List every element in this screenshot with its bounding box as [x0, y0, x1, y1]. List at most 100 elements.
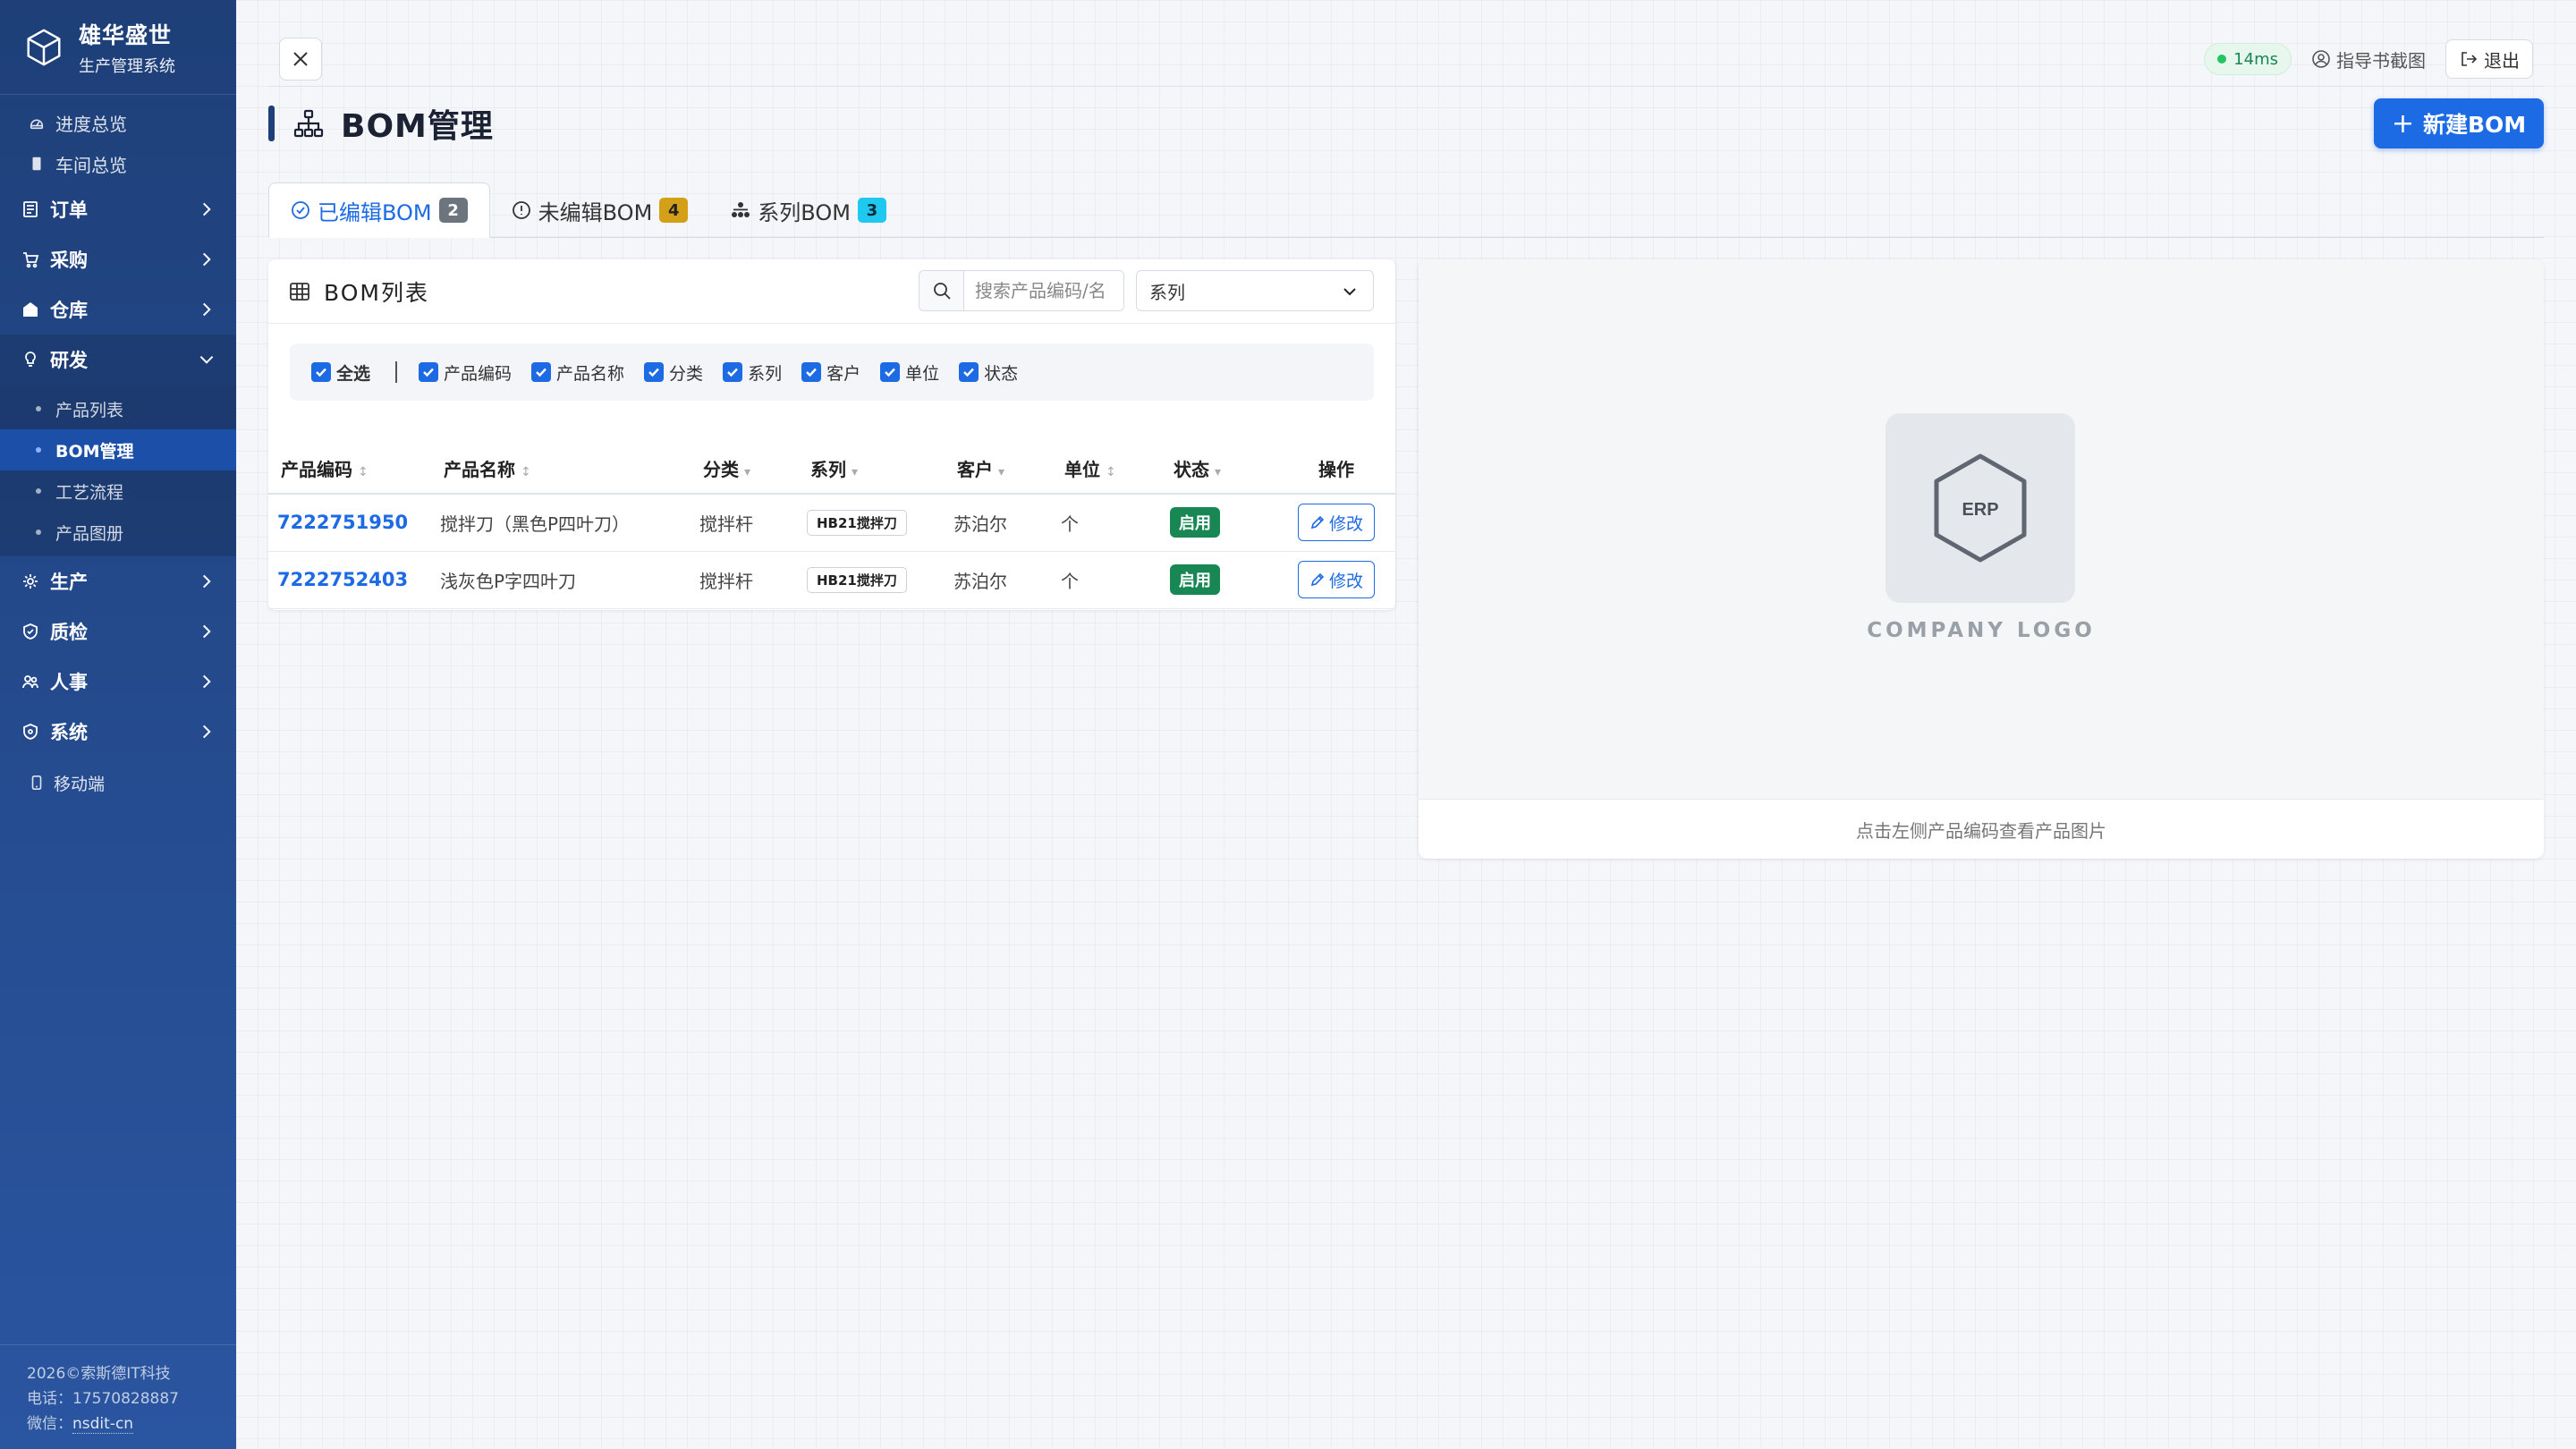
sidebar-item-progress[interactable]: 进度总览 — [0, 102, 236, 143]
checkbox-col-series[interactable]: 系列 — [723, 360, 782, 385]
product-code-link[interactable]: 7222752403 — [268, 551, 431, 609]
action-cell: 修改 — [1277, 494, 1395, 552]
search-icon[interactable] — [919, 271, 964, 310]
filter-icon: ▾ — [1215, 465, 1222, 479]
product-status-cell: 启用 — [1161, 551, 1277, 609]
th-category[interactable]: 分类 ▾ — [691, 444, 798, 495]
new-bom-button[interactable]: + 新建BOM — [2374, 98, 2544, 148]
search-input[interactable] — [964, 271, 1123, 310]
title-accent-bar — [268, 106, 275, 141]
checkbox-label: 客户 — [826, 363, 861, 384]
dashboard-icon — [27, 113, 47, 132]
sidebar-group-label: 生产 — [50, 572, 88, 593]
logout-icon — [2462, 52, 2478, 66]
tab-count-badge: 4 — [659, 198, 689, 223]
sidebar-group-hr[interactable]: 人事 — [0, 657, 236, 707]
tab-series-bom[interactable]: 系列BOM 3 — [709, 182, 908, 238]
brand-subtitle: 生产管理系统 — [79, 56, 175, 76]
th-series[interactable]: 系列 ▾ — [798, 444, 945, 495]
checkbox-col-status[interactable]: 状态 — [959, 360, 1018, 385]
sidebar-item-mobile[interactable]: 移动端 — [0, 762, 236, 803]
column-header: 系列 — [810, 459, 846, 480]
sidebar-group-rd[interactable]: 研发 — [0, 335, 236, 385]
chevron-right-icon — [202, 252, 211, 267]
sidebar-item-workshop[interactable]: 车间总览 — [0, 143, 236, 184]
edit-label: 修改 — [1328, 513, 1363, 534]
pencil-icon — [1310, 572, 1325, 587]
footer-phone: 电话：17570828887 — [27, 1386, 236, 1411]
table-header-row: 产品编码 ↕ 产品名称 ↕ 分类 ▾ 系列 ▾ 客户 ▾ 单位 ↕ 状态 ▾ 操作 — [268, 444, 1395, 495]
column-header: 状态 — [1174, 459, 1209, 480]
footer-wechat-id[interactable]: nsdit-cn — [72, 1415, 134, 1434]
sidebar-group-orders[interactable]: 订单 — [0, 184, 236, 234]
footer-wechat: 微信：nsdit-cn — [27, 1411, 236, 1436]
product-status-cell: 启用 — [1161, 494, 1277, 552]
column-header: 操作 — [1318, 459, 1354, 480]
sidebar-group-qc[interactable]: 质检 — [0, 606, 236, 657]
checkbox-label: 状态 — [984, 363, 1019, 384]
product-customer: 苏泊尔 — [945, 551, 1052, 609]
th-code[interactable]: 产品编码 ↕ — [268, 444, 431, 495]
checkbox-checked-icon — [311, 362, 331, 382]
erp-hexagon-logo: ERP — [1934, 453, 2027, 563]
th-unit[interactable]: 单位 ↕ — [1052, 444, 1161, 495]
edit-button[interactable]: 修改 — [1297, 561, 1375, 598]
building-icon — [27, 154, 47, 174]
close-tab-button[interactable] — [279, 38, 322, 80]
phone-icon — [31, 775, 42, 791]
series-select[interactable]: 系列 — [1136, 270, 1374, 311]
order-icon — [20, 199, 41, 220]
checkbox-checked-icon — [723, 362, 743, 382]
product-code-link[interactable]: 7222751950 — [268, 494, 431, 552]
checkbox-checked-icon — [531, 362, 552, 382]
th-status[interactable]: 状态 ▾ — [1161, 444, 1277, 495]
page-header: BOM管理 — [268, 102, 494, 145]
latency-value: 14ms — [2233, 49, 2278, 69]
shield-check-icon — [20, 621, 41, 642]
checkbox-checked-icon — [880, 362, 901, 382]
checkbox-col-customer[interactable]: 客户 — [801, 360, 860, 385]
th-name[interactable]: 产品名称 ↕ — [431, 444, 691, 495]
sidebar-group-system[interactable]: 系统 — [0, 707, 236, 757]
th-customer[interactable]: 客户 ▾ — [945, 444, 1052, 495]
checkbox-col-unit[interactable]: 单位 — [880, 360, 939, 385]
column-toggle-bar: 全选 产品编码 产品名称 分类 系列 客户 单位 状态 — [290, 343, 1374, 401]
sidebar-item-catalog[interactable]: 产品图册 — [0, 512, 236, 553]
bullet-dot — [36, 406, 41, 411]
chevron-right-icon — [202, 624, 211, 639]
checkbox-col-code[interactable]: 产品编码 — [419, 360, 512, 385]
checkbox-col-name[interactable]: 产品名称 — [531, 360, 624, 385]
user-circle-icon — [2312, 50, 2330, 68]
logout-button[interactable]: 退出 — [2445, 39, 2533, 79]
table-row: 7222751950 搅拌刀（黑色P四叶刀） 搅拌杆 HB21搅拌刀 苏泊尔 个… — [268, 494, 1395, 552]
product-series-cell: HB21搅拌刀 — [798, 494, 945, 552]
guide-screenshot-link[interactable]: 指导书截图 — [2302, 47, 2435, 72]
tab-count-badge: 3 — [857, 198, 886, 223]
sidebar-item-bom[interactable]: BOM管理 — [0, 429, 236, 470]
search-box — [919, 270, 1124, 311]
gear-icon — [20, 571, 41, 592]
product-name: 搅拌刀（黑色P四叶刀） — [431, 494, 691, 552]
sidebar-item-product-list[interactable]: 产品列表 — [0, 388, 236, 429]
filter-icon: ▾ — [744, 465, 751, 479]
column-header: 产品名称 — [444, 459, 515, 480]
bullet-dot — [36, 447, 41, 453]
top-divider — [268, 86, 2544, 87]
brand[interactable]: 雄华盛世 生产管理系统 — [0, 0, 236, 95]
sidebar-item-process[interactable]: 工艺流程 — [0, 470, 236, 512]
edit-button[interactable]: 修改 — [1297, 504, 1375, 542]
logout-label: 退出 — [2484, 49, 2520, 72]
sidebar-group-production[interactable]: 生产 — [0, 556, 236, 606]
chevron-right-icon — [202, 574, 211, 589]
tab-edited-bom[interactable]: 已编辑BOM 2 — [268, 182, 490, 238]
checkbox-col-category[interactable]: 分类 — [644, 360, 703, 385]
tab-unedited-bom[interactable]: 未编辑BOM 4 — [490, 182, 710, 238]
sidebar-group-warehouse[interactable]: 仓库 — [0, 284, 236, 335]
sidebar-group-purchase[interactable]: 采购 — [0, 234, 236, 284]
chevron-right-icon — [202, 724, 211, 739]
sidebar-footer: 2026©索斯德IT科技 电话：17570828887 微信：nsdit-cn — [0, 1344, 236, 1449]
product-category: 搅拌杆 — [691, 494, 798, 552]
product-image-hint: 点击左侧产品编码查看产品图片 — [1856, 819, 2106, 842]
checkbox-select-all[interactable]: 全选 — [311, 360, 370, 385]
tab-count-badge: 2 — [438, 198, 468, 223]
